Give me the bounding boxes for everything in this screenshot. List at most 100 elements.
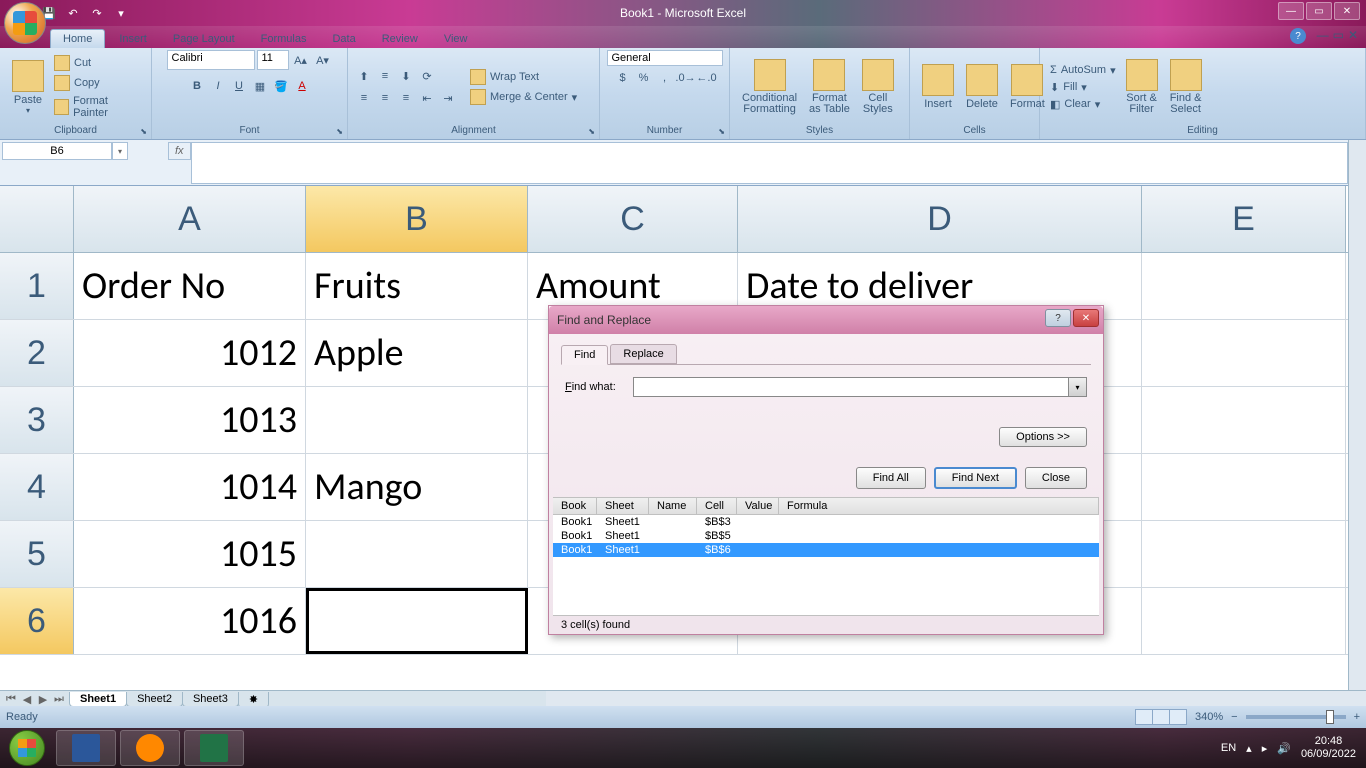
- decrease-indent-button[interactable]: ⇤: [417, 88, 437, 108]
- format-painter-button[interactable]: Format Painter: [50, 94, 145, 120]
- result-row[interactable]: Book1 Sheet1 $B$5: [553, 529, 1099, 543]
- dialog-tab-replace[interactable]: Replace: [610, 344, 676, 364]
- row-header-4[interactable]: 4: [0, 454, 74, 520]
- cell-e1[interactable]: [1142, 253, 1346, 319]
- font-family-select[interactable]: Calibri: [167, 50, 255, 70]
- shrink-font-button[interactable]: A▾: [313, 50, 333, 70]
- result-row[interactable]: Book1 Sheet1 $B$6: [553, 543, 1099, 557]
- row-header-1[interactable]: 1: [0, 253, 74, 319]
- sheet-tab-2[interactable]: Sheet2: [126, 692, 183, 707]
- zoom-in-button[interactable]: +: [1354, 711, 1360, 723]
- minimize-button[interactable]: —: [1278, 2, 1304, 20]
- language-indicator[interactable]: EN: [1221, 742, 1236, 754]
- clipboard-expand-icon[interactable]: ⬊: [140, 127, 147, 136]
- cell-b4[interactable]: Mango: [306, 454, 528, 520]
- cell-e5[interactable]: [1142, 521, 1346, 587]
- maximize-button[interactable]: ▭: [1306, 2, 1332, 20]
- col-header-d[interactable]: D: [738, 186, 1142, 252]
- results-col-value[interactable]: Value: [737, 498, 779, 514]
- ribbon-close-icon[interactable]: ✕: [1348, 28, 1358, 42]
- office-button[interactable]: [4, 2, 46, 44]
- delete-cells-button[interactable]: Delete: [960, 62, 1004, 112]
- results-col-book[interactable]: Book: [553, 498, 597, 514]
- font-size-select[interactable]: 11: [257, 50, 289, 70]
- redo-icon[interactable]: ↷: [88, 4, 106, 22]
- col-header-a[interactable]: A: [74, 186, 306, 252]
- cell-b2[interactable]: Apple: [306, 320, 528, 386]
- cell-e3[interactable]: [1142, 387, 1346, 453]
- cell-e6[interactable]: [1142, 588, 1346, 654]
- dialog-help-button[interactable]: ?: [1045, 309, 1071, 327]
- orientation-button[interactable]: ⟳: [417, 66, 437, 86]
- conditional-formatting-button[interactable]: Conditional Formatting: [736, 57, 803, 117]
- insert-cells-button[interactable]: Insert: [916, 62, 960, 112]
- fx-label[interactable]: fx: [168, 142, 191, 160]
- number-format-select[interactable]: General: [607, 50, 723, 66]
- cell-e2[interactable]: [1142, 320, 1346, 386]
- copy-button[interactable]: Copy: [50, 74, 145, 92]
- currency-button[interactable]: $: [613, 68, 633, 88]
- paste-button[interactable]: Paste ▾: [6, 58, 50, 117]
- tray-flag-icon[interactable]: ▸: [1262, 742, 1268, 755]
- clock[interactable]: 20:48 06/09/2022: [1301, 735, 1356, 761]
- sheet-tab-3[interactable]: Sheet3: [182, 692, 239, 707]
- find-what-input[interactable]: [634, 378, 1068, 396]
- page-break-view-button[interactable]: [1169, 709, 1187, 725]
- ribbon-minimize-icon[interactable]: —: [1317, 28, 1329, 42]
- results-col-cell[interactable]: Cell: [697, 498, 737, 514]
- dialog-close-button[interactable]: ✕: [1073, 309, 1099, 327]
- fill-button[interactable]: ⬇ Fill ▾: [1046, 80, 1120, 95]
- sort-filter-button[interactable]: Sort & Filter: [1120, 57, 1164, 117]
- sheet-nav-prev-icon[interactable]: ◀: [20, 693, 34, 706]
- cell-a6[interactable]: 1016: [74, 588, 306, 654]
- decrease-decimal-button[interactable]: ←.0: [697, 68, 717, 88]
- page-layout-view-button[interactable]: [1152, 709, 1170, 725]
- ribbon-restore-icon[interactable]: ▭: [1333, 28, 1344, 42]
- taskbar-word[interactable]: [56, 730, 116, 766]
- taskbar-excel[interactable]: [184, 730, 244, 766]
- formula-input[interactable]: [191, 142, 1348, 184]
- cut-button[interactable]: Cut: [50, 54, 145, 72]
- col-header-e[interactable]: E: [1142, 186, 1346, 252]
- cell-a3[interactable]: 1013: [74, 387, 306, 453]
- qat-dropdown-icon[interactable]: ▾: [112, 4, 130, 22]
- vertical-scrollbar[interactable]: [1348, 186, 1366, 690]
- col-header-c[interactable]: C: [528, 186, 738, 252]
- results-col-formula[interactable]: Formula: [779, 498, 1099, 514]
- tab-formulas[interactable]: Formulas: [249, 30, 319, 48]
- find-what-dropdown-icon[interactable]: ▾: [1068, 378, 1086, 396]
- find-select-button[interactable]: Find & Select: [1164, 57, 1208, 117]
- cell-a1[interactable]: Order No: [74, 253, 306, 319]
- tab-review[interactable]: Review: [370, 30, 430, 48]
- options-button[interactable]: Options >>: [999, 427, 1087, 447]
- row-header-6[interactable]: 6: [0, 588, 74, 654]
- close-dialog-button[interactable]: Close: [1025, 467, 1087, 489]
- align-middle-button[interactable]: ≡: [375, 66, 395, 86]
- close-button[interactable]: ✕: [1334, 2, 1360, 20]
- find-next-button[interactable]: Find Next: [934, 467, 1017, 489]
- cell-b5[interactable]: [306, 521, 528, 587]
- results-col-sheet[interactable]: Sheet: [597, 498, 649, 514]
- tray-up-icon[interactable]: ▴: [1246, 742, 1252, 755]
- dialog-titlebar[interactable]: Find and Replace ? ✕: [549, 306, 1103, 334]
- sheet-nav-first-icon[interactable]: ⏮: [4, 693, 18, 706]
- sheet-nav-last-icon[interactable]: ⏭: [52, 693, 66, 706]
- tab-insert[interactable]: Insert: [107, 30, 159, 48]
- align-top-button[interactable]: ⬆: [354, 66, 374, 86]
- autosum-button[interactable]: Σ AutoSum ▾: [1046, 63, 1120, 78]
- cell-e4[interactable]: [1142, 454, 1346, 520]
- zoom-thumb[interactable]: [1326, 710, 1334, 724]
- zoom-level[interactable]: 340%: [1195, 711, 1223, 723]
- normal-view-button[interactable]: [1135, 709, 1153, 725]
- tab-view[interactable]: View: [432, 30, 480, 48]
- results-list[interactable]: Book1 Sheet1 $B$3 Book1 Sheet1 $B$5 Book…: [553, 515, 1099, 615]
- format-as-table-button[interactable]: Format as Table: [803, 57, 856, 117]
- cell-b6[interactable]: [306, 588, 528, 654]
- row-header-3[interactable]: 3: [0, 387, 74, 453]
- cell-a5[interactable]: 1015: [74, 521, 306, 587]
- align-bottom-button[interactable]: ⬇: [396, 66, 416, 86]
- zoom-slider[interactable]: [1246, 715, 1346, 719]
- taskbar-app2[interactable]: [120, 730, 180, 766]
- tab-home[interactable]: Home: [50, 29, 105, 48]
- bold-button[interactable]: B: [187, 76, 207, 96]
